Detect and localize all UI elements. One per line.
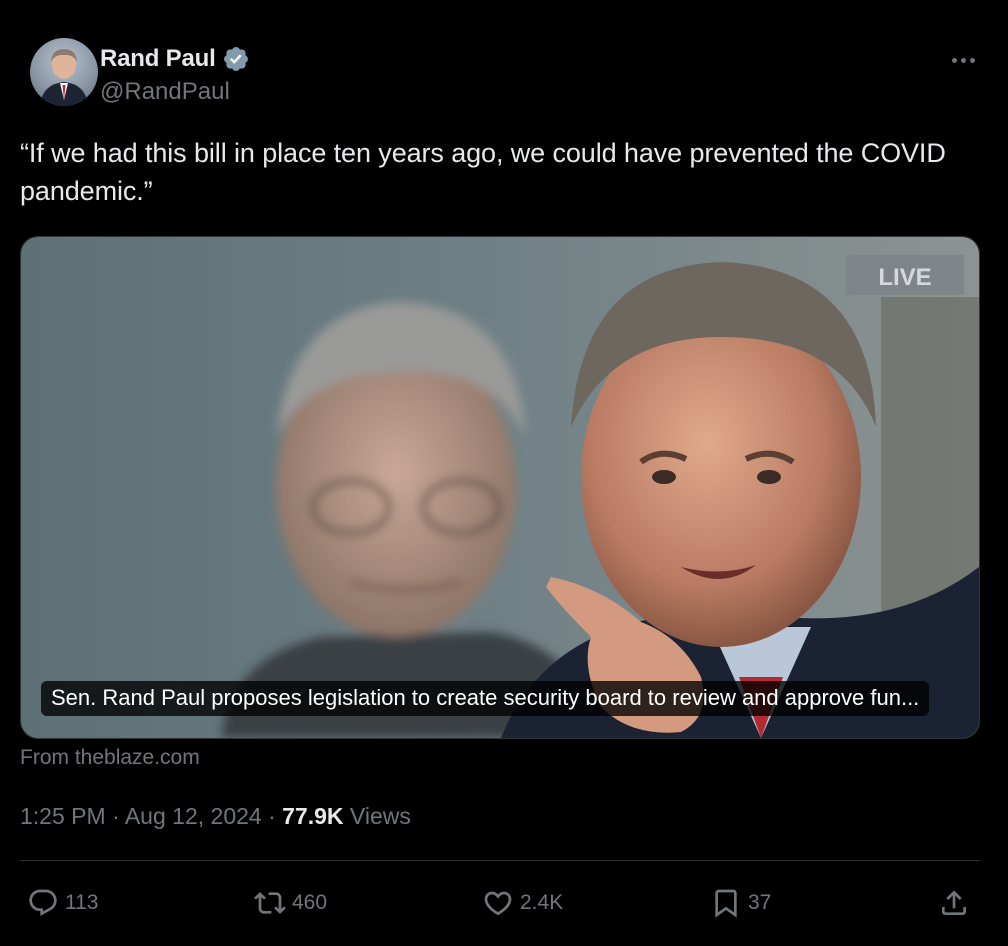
avatar-image [40,49,88,106]
like-icon [484,891,512,916]
share-button[interactable] [938,880,976,926]
avatar[interactable] [30,38,98,106]
like-count: 2.4K [520,891,564,914]
bookmark-button[interactable]: 37 [710,880,771,926]
repost-count: 460 [292,891,328,914]
like-button[interactable]: 2.4K [482,880,563,926]
reply-icon [29,889,57,916]
meta-separator: · [268,803,276,829]
bookmark-count: 37 [748,891,772,914]
reply-button[interactable]: 113 [27,880,98,926]
author-info: Rand Paul @RandPaul [100,42,250,106]
author-handle[interactable]: @RandPaul [100,78,250,106]
card-caption: Sen. Rand Paul proposes legislation to c… [41,681,930,716]
share-icon [942,890,966,915]
meta-separator: · [112,803,120,829]
bookmark-icon [715,889,737,918]
reply-count: 113 [65,891,99,914]
retweet-icon [254,892,286,914]
tweet-meta: 1:25 PM · Aug 12, 2024 · 77.9K Views [20,803,411,830]
more-horizontal-icon[interactable] [948,48,978,72]
tweet-time[interactable]: 1:25 PM [20,803,106,829]
divider [20,860,980,861]
action-bar: 113 460 2.4K 37 [0,880,1008,926]
tweet-header: Rand Paul @RandPaul [20,36,988,116]
card-image: LIVE [21,237,979,738]
card-source[interactable]: From theblaze.com [20,746,200,770]
views-label: Views [349,803,411,829]
views-count: 77.9K [282,803,344,829]
author-name[interactable]: Rand Paul [100,45,216,73]
verified-badge-icon [223,47,248,71]
repost-button[interactable]: 460 [254,880,327,926]
tweet-text: “If we had this bill in place ten years … [20,138,946,206]
link-card[interactable]: LIVE Sen. Rand Paul proposes legislation… [20,236,980,739]
live-label: LIVE [878,264,931,291]
tweet-date[interactable]: Aug 12, 2024 [125,803,262,829]
